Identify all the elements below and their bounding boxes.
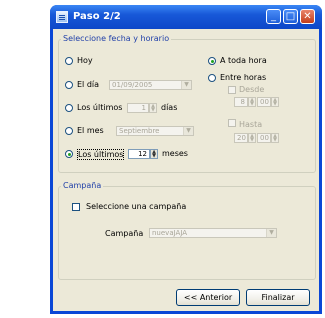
- title-bar[interactable]: Paso 2/2 _ □ ✕: [50, 5, 322, 29]
- chevron-down-icon[interactable]: ▼: [183, 127, 193, 135]
- radio-el-mes-label: El mes: [77, 126, 104, 135]
- radio-el-dia-label: El día: [77, 80, 100, 89]
- desde-checkbox[interactable]: [228, 86, 236, 94]
- desde-hour-arrows[interactable]: ▲ ▼: [248, 97, 256, 107]
- radio-el-mes[interactable]: [65, 127, 73, 135]
- desde-hour-field[interactable]: 8: [234, 97, 248, 107]
- el-dia-date-combo[interactable]: 01/09/2005 ▼: [109, 80, 192, 90]
- meses-unit-label: meses: [162, 149, 188, 158]
- radio-el-dia[interactable]: [65, 81, 73, 89]
- hasta-label: Hasta: [239, 120, 263, 129]
- radio-ultimos-meses-label: Los últimos: [77, 149, 125, 160]
- radio-ultimos-dias-label: Los últimos: [77, 103, 123, 112]
- dialog-content: Seleccione fecha y horario Hoy El día 01…: [53, 29, 319, 311]
- radio-ultimos-dias[interactable]: [65, 104, 73, 112]
- radio-a-toda-hora[interactable]: [208, 57, 216, 65]
- campana-checkbox[interactable]: [72, 203, 80, 211]
- maximize-button[interactable]: □: [283, 9, 298, 24]
- hasta-checkbox[interactable]: [228, 119, 236, 127]
- radio-ultimos-meses[interactable]: [65, 150, 73, 158]
- radio-entre-horas[interactable]: [208, 74, 216, 82]
- chevron-down-icon[interactable]: ▼: [181, 81, 191, 89]
- close-button[interactable]: ✕: [300, 9, 315, 24]
- hasta-hour-field[interactable]: 20: [234, 133, 248, 143]
- desde-label: Desde: [239, 85, 265, 94]
- radio-entre-horas-label: Entre horas: [220, 73, 267, 82]
- anterior-button[interactable]: << Anterior: [176, 289, 240, 306]
- desde-min-field[interactable]: 00: [257, 97, 271, 107]
- el-dia-date-value: 01/09/2005: [112, 81, 153, 89]
- hasta-hour-arrows[interactable]: ▲ ▼: [248, 133, 256, 143]
- app-icon: [56, 11, 68, 23]
- chevron-down-icon[interactable]: ▼: [266, 229, 276, 237]
- campana-combo[interactable]: nuevaJAJA ▼: [149, 228, 277, 238]
- mes-combo-value: Septiembre: [119, 127, 160, 135]
- dias-stepper-arrows[interactable]: ▲ ▼: [149, 103, 157, 113]
- campana-combo-value: nuevaJAJA: [152, 229, 188, 237]
- mes-combo[interactable]: Septiembre ▼: [116, 126, 194, 136]
- dias-unit-label: días: [161, 103, 178, 112]
- minimize-button[interactable]: _: [266, 9, 281, 24]
- radio-hoy[interactable]: [65, 57, 73, 65]
- campana-label: Campaña: [105, 229, 144, 238]
- radio-a-toda-hora-label: A toda hora: [220, 56, 267, 65]
- hasta-min-arrows[interactable]: ▲ ▼: [271, 133, 279, 143]
- dias-stepper-field[interactable]: 1: [127, 103, 149, 113]
- dialog-window: Paso 2/2 _ □ ✕ Seleccione fecha y horari…: [50, 5, 322, 314]
- campana-checkbox-label: Seleccione una campaña: [86, 202, 187, 211]
- window-title: Paso 2/2: [73, 11, 121, 22]
- hasta-min-field[interactable]: 00: [257, 133, 271, 143]
- meses-stepper-arrows[interactable]: ▲ ▼: [150, 149, 158, 159]
- campana-legend: Campaña: [61, 181, 104, 190]
- fecha-horario-legend: Seleccione fecha y horario: [61, 34, 172, 43]
- finalizar-button[interactable]: Finalizar: [246, 289, 310, 306]
- meses-stepper-field[interactable]: 12: [128, 149, 150, 159]
- desde-min-arrows[interactable]: ▲ ▼: [271, 97, 279, 107]
- radio-hoy-label: Hoy: [77, 56, 93, 65]
